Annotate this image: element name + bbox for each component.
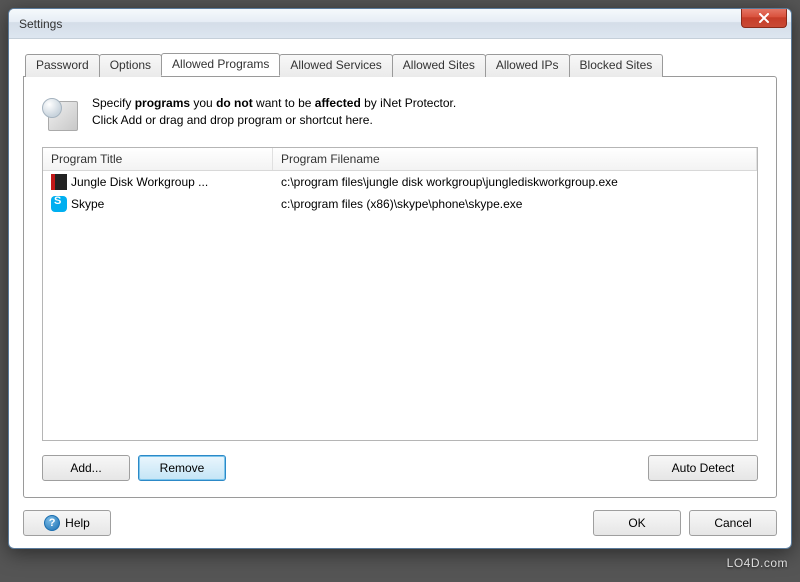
cell-filename: c:\program files (x86)\skype\phone\skype… — [273, 195, 757, 213]
panel-button-row: Add... Remove Auto Detect — [42, 455, 758, 481]
tab-password[interactable]: Password — [25, 54, 100, 77]
auto-detect-button[interactable]: Auto Detect — [648, 455, 758, 481]
cell-filename: c:\program files\jungle disk workgroup\j… — [273, 173, 757, 191]
tab-blocked-sites[interactable]: Blocked Sites — [569, 54, 664, 77]
ok-button[interactable]: OK — [593, 510, 681, 536]
cell-title: Skype — [43, 194, 273, 214]
help-icon: ? — [44, 515, 60, 531]
watermark-text: LO4D.com — [727, 556, 788, 570]
programs-listview[interactable]: Program Title Program Filename Jungle Di… — [42, 147, 758, 441]
listview-header: Program Title Program Filename — [43, 148, 757, 171]
table-row[interactable]: Skype c:\program files (x86)\skype\phone… — [43, 193, 757, 215]
skype-icon — [51, 196, 67, 212]
dialog-footer: ? Help OK Cancel — [23, 510, 777, 536]
tab-options[interactable]: Options — [99, 54, 162, 77]
titlebar[interactable]: Settings — [9, 9, 791, 39]
tab-allowed-services[interactable]: Allowed Services — [279, 54, 392, 77]
jungle-disk-icon — [51, 174, 67, 190]
window-title: Settings — [19, 17, 62, 31]
instruction-text: Specify programs you do not want to be a… — [92, 95, 456, 130]
column-header-filename[interactable]: Program Filename — [273, 148, 757, 170]
tab-allowed-programs[interactable]: Allowed Programs — [161, 53, 280, 76]
tab-allowed-ips[interactable]: Allowed IPs — [485, 54, 570, 77]
close-button[interactable] — [741, 8, 787, 28]
tab-allowed-sites[interactable]: Allowed Sites — [392, 54, 486, 77]
tab-strip: Password Options Allowed Programs Allowe… — [23, 53, 777, 76]
cell-title: Jungle Disk Workgroup ... — [43, 172, 273, 192]
content-area: Password Options Allowed Programs Allowe… — [9, 39, 791, 548]
help-button[interactable]: ? Help — [23, 510, 111, 536]
programs-icon — [42, 95, 78, 131]
tab-container: Password Options Allowed Programs Allowe… — [23, 53, 777, 498]
add-button[interactable]: Add... — [42, 455, 130, 481]
settings-window: Settings Password Options Allowed Progra… — [8, 8, 792, 549]
instruction-row: Specify programs you do not want to be a… — [42, 95, 758, 131]
table-row[interactable]: Jungle Disk Workgroup ... c:\program fil… — [43, 171, 757, 193]
column-header-title[interactable]: Program Title — [43, 148, 273, 170]
remove-button[interactable]: Remove — [138, 455, 226, 481]
cancel-button[interactable]: Cancel — [689, 510, 777, 536]
close-icon — [758, 13, 770, 23]
listview-body: Jungle Disk Workgroup ... c:\program fil… — [43, 171, 757, 440]
tab-panel-allowed-programs: Specify programs you do not want to be a… — [23, 76, 777, 498]
